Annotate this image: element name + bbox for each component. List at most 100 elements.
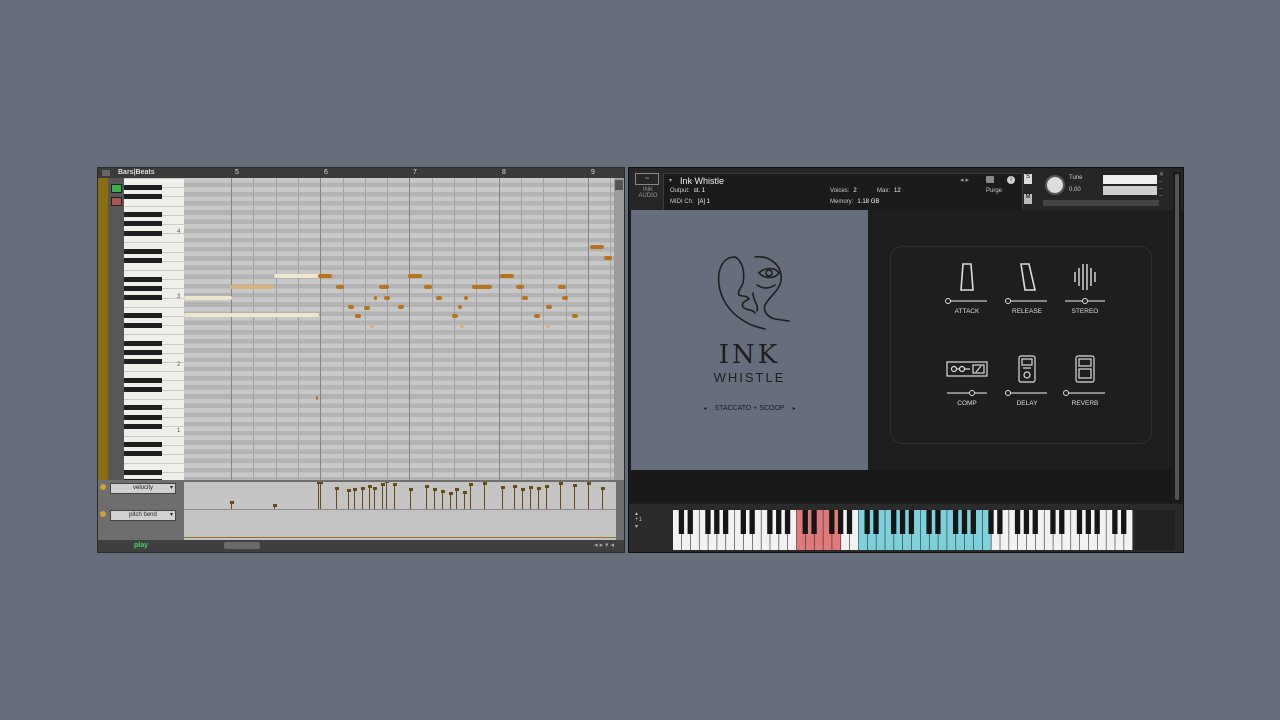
horizontal-scrollbar[interactable] <box>224 542 260 549</box>
velocity-stem[interactable] <box>394 485 395 509</box>
midi-note[interactable] <box>364 306 370 310</box>
midi-note[interactable] <box>562 296 568 300</box>
midi-note[interactable] <box>384 296 390 300</box>
velocity-handle[interactable] <box>408 488 413 491</box>
velocity-stem[interactable] <box>456 490 457 509</box>
velocity-stem[interactable] <box>318 483 319 509</box>
keyboard-black-key[interactable] <box>961 510 968 534</box>
black-key[interactable] <box>124 377 162 383</box>
mute-button[interactable]: M <box>1024 194 1032 204</box>
velocity-handle[interactable] <box>392 483 397 486</box>
velocity-handle[interactable] <box>432 488 437 491</box>
attack-slider[interactable] <box>945 298 987 304</box>
velocity-handle[interactable] <box>600 487 605 490</box>
purge-button[interactable]: Purge <box>986 188 1002 194</box>
window-controls[interactable]: ✕ – – – <box>1159 172 1164 200</box>
velocity-stem[interactable] <box>602 489 603 509</box>
velocity-stem[interactable] <box>336 489 337 509</box>
midi-note[interactable] <box>522 296 528 300</box>
black-key[interactable] <box>124 294 162 300</box>
keyboard-black-key[interactable] <box>899 510 906 534</box>
velocity-handle[interactable] <box>544 485 549 488</box>
velocity-stem[interactable] <box>514 487 515 509</box>
black-key[interactable] <box>124 350 162 356</box>
midi-note[interactable] <box>546 324 550 328</box>
velocity-handle[interactable] <box>454 488 459 491</box>
camera-icon[interactable] <box>986 176 994 183</box>
velocity-stem[interactable] <box>320 483 321 509</box>
velocity-stem[interactable] <box>484 484 485 509</box>
velocity-stem[interactable] <box>530 488 531 509</box>
velocity-handle[interactable] <box>352 488 357 491</box>
midi-note[interactable] <box>500 274 514 278</box>
velocity-stem[interactable] <box>560 484 561 509</box>
lane-toggle-icon[interactable] <box>100 511 106 517</box>
keyboard-black-key[interactable] <box>776 510 782 534</box>
note-grid[interactable] <box>184 178 614 480</box>
velocity-handle[interactable] <box>372 487 377 490</box>
keyboard-black-key[interactable] <box>908 510 915 534</box>
ruler-menu-icon[interactable] <box>102 170 110 176</box>
scroll-thumb[interactable] <box>1175 174 1179 500</box>
pan-volume-slider[interactable] <box>1043 200 1159 206</box>
black-key[interactable] <box>124 193 162 199</box>
velocity-stem[interactable] <box>369 487 370 509</box>
midi-note[interactable] <box>336 285 344 289</box>
midi-note[interactable] <box>604 256 612 260</box>
white-key[interactable] <box>124 371 184 373</box>
velocity-handle[interactable] <box>512 485 517 488</box>
keyboard-black-key[interactable] <box>1014 510 1021 534</box>
midi-note[interactable] <box>184 313 319 317</box>
black-key[interactable] <box>124 212 162 218</box>
velocity-stem[interactable] <box>574 486 575 509</box>
velocity-handle[interactable] <box>528 486 533 489</box>
keyboard-black-key[interactable] <box>784 510 791 534</box>
midi-note[interactable] <box>590 245 604 249</box>
midi-note[interactable] <box>436 296 442 300</box>
velocity-stem[interactable] <box>434 490 435 509</box>
velocity-stem[interactable] <box>362 489 363 509</box>
velocity-handle[interactable] <box>440 490 445 493</box>
white-key[interactable] <box>124 398 184 400</box>
scroll-nav-buttons[interactable]: ◂ ▸ ▾ ◂ <box>594 541 614 549</box>
arrow-up-icon[interactable]: ▴ <box>635 510 653 517</box>
keyboard-black-key[interactable] <box>1050 510 1056 534</box>
keyboard-black-key[interactable] <box>846 510 853 534</box>
output-row[interactable]: Output: st. 1 <box>670 188 705 194</box>
keyboard-black-key[interactable] <box>1032 510 1038 534</box>
black-key[interactable] <box>124 423 162 429</box>
keyboard-black-key[interactable] <box>1112 510 1118 534</box>
velocity-handle[interactable] <box>572 484 577 487</box>
midi-note[interactable] <box>408 274 422 278</box>
black-key[interactable] <box>124 313 162 319</box>
instrument-name[interactable]: Ink Whistle <box>680 176 724 186</box>
scroll-thumb[interactable] <box>615 180 623 190</box>
erase-tool-icon[interactable] <box>111 197 122 206</box>
velocity-stem[interactable] <box>410 490 411 509</box>
velocity-handle[interactable] <box>500 486 505 489</box>
tune-knob[interactable] <box>1045 175 1065 195</box>
velocity-handle[interactable] <box>520 488 525 491</box>
vertical-scrollbar[interactable] <box>614 178 624 480</box>
instrument-nav-arrows[interactable]: ◂ ▸ <box>960 176 969 184</box>
black-key[interactable] <box>124 442 162 448</box>
velocity-stem[interactable] <box>354 490 355 509</box>
midi-note[interactable] <box>184 296 232 300</box>
lane-toggle-icon[interactable] <box>100 484 106 490</box>
black-key[interactable] <box>124 340 162 346</box>
velocity-handle[interactable] <box>229 501 234 504</box>
velocity-handle[interactable] <box>360 487 365 490</box>
piano-keys[interactable]: 4 3 2 1 <box>124 178 184 480</box>
white-key[interactable] <box>124 463 184 465</box>
velocity-stem[interactable] <box>546 487 547 509</box>
delay-slider[interactable] <box>1005 390 1047 396</box>
velocity-handle[interactable] <box>536 487 541 490</box>
midi-note[interactable] <box>534 314 540 318</box>
keyboard-black-key[interactable] <box>714 510 720 534</box>
lane-selector-pitch-bend[interactable]: pitch bend ▾ <box>110 510 176 521</box>
black-key[interactable] <box>124 451 162 457</box>
velocity-handle[interactable] <box>558 482 563 485</box>
white-key[interactable] <box>124 205 184 207</box>
keyboard-black-key[interactable] <box>1076 510 1083 534</box>
velocity-lane[interactable] <box>184 482 616 540</box>
